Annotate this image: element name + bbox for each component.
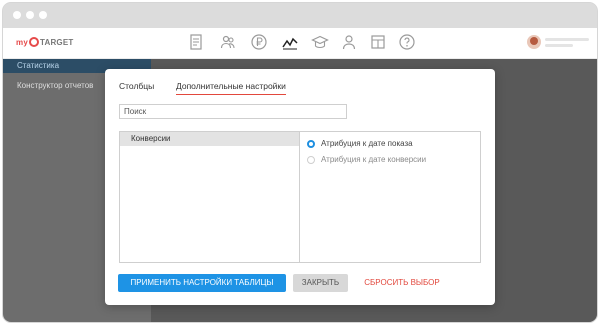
settings-panel: Конверсии Атрибуция к дате показа Атрибу… [119, 131, 481, 263]
radio-checked-icon[interactable] [307, 140, 315, 148]
mytarget-logo[interactable]: my TARGET [16, 37, 73, 47]
radio-label: Атрибуция к дате показа [321, 139, 413, 148]
reset-selection-button[interactable]: СБРОСИТЬ ВЫБОР [357, 274, 447, 292]
window-dot-icon[interactable] [26, 11, 34, 19]
window-dot-icon[interactable] [13, 11, 21, 19]
statistics-icon[interactable] [281, 33, 299, 51]
user-icon[interactable] [340, 33, 358, 51]
user-email-placeholder [545, 44, 573, 47]
logo-text-target: TARGET [39, 38, 74, 47]
search-input[interactable] [119, 104, 347, 119]
ruble-icon[interactable] [250, 33, 268, 51]
users-icon[interactable] [219, 33, 237, 51]
table-settings-dialog: Столбцы Дополнительные настройки Конверс… [105, 69, 495, 305]
user-avatar[interactable] [527, 35, 541, 49]
window-dot-icon[interactable] [39, 11, 47, 19]
tab-columns[interactable]: Столбцы [119, 81, 154, 91]
sidebar-item-report-builder[interactable]: Конструктор отчетов [17, 81, 93, 90]
window-titlebar [3, 3, 597, 28]
tab-additional-settings[interactable]: Дополнительные настройки [176, 81, 286, 95]
help-icon[interactable] [398, 33, 416, 51]
apply-settings-button[interactable]: ПРИМЕНИТЬ НАСТРОЙКИ ТАБЛИЦЫ [118, 274, 286, 292]
app-header: my TARGET [3, 28, 597, 59]
metrics-list: Конверсии [120, 132, 300, 262]
logo-target-icon [28, 37, 39, 47]
logo-text-my: my [16, 38, 28, 47]
layout-icon[interactable] [369, 33, 387, 51]
report-icon[interactable] [187, 33, 205, 51]
radio-label: Атрибуция к дате конверсии [321, 155, 427, 164]
list-item-conversions[interactable]: Конверсии [120, 132, 299, 146]
education-icon[interactable] [311, 33, 329, 51]
user-name-placeholder [545, 38, 589, 41]
radio-unchecked-icon[interactable] [307, 156, 315, 164]
close-button[interactable]: ЗАКРЫТЬ [293, 274, 348, 292]
